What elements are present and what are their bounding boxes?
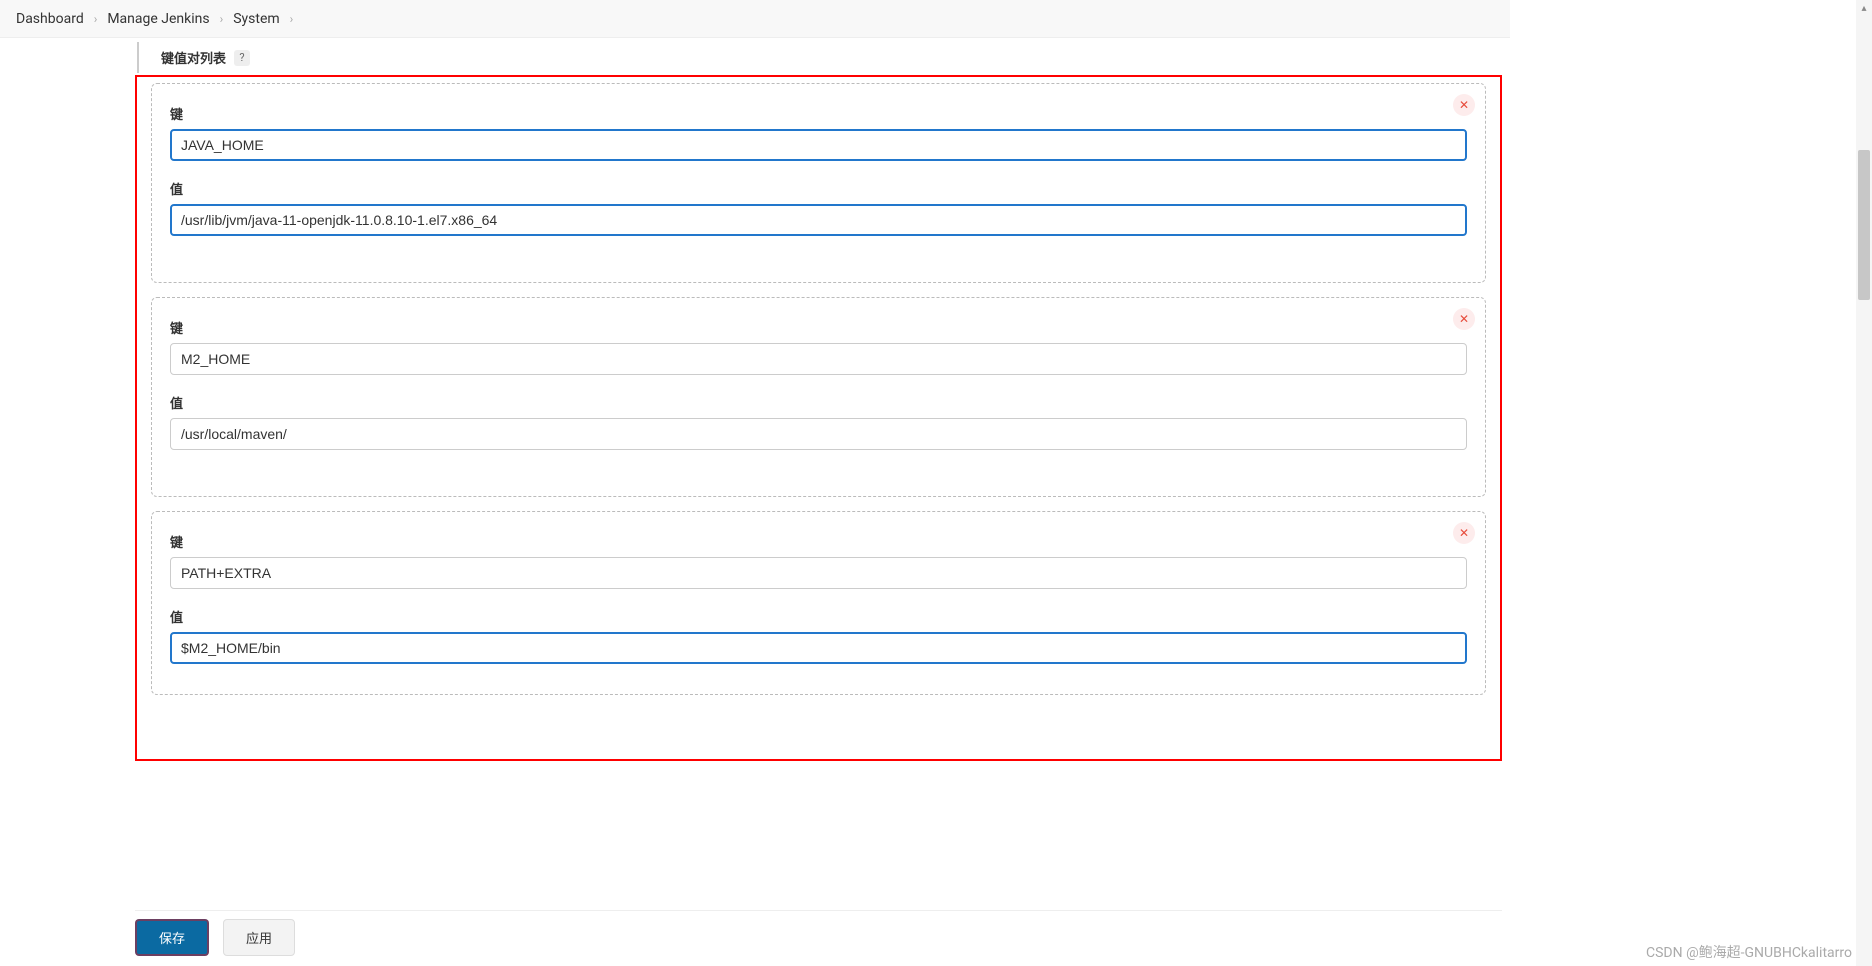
kv-entry: ✕ 键 值 (151, 83, 1486, 283)
chevron-right-icon: › (94, 12, 98, 26)
delete-entry-button[interactable]: ✕ (1453, 522, 1475, 544)
close-icon: ✕ (1459, 312, 1469, 326)
scroll-up-icon[interactable]: ▴ (1856, 0, 1872, 16)
key-field-group: 键 (170, 532, 1467, 589)
value-label: 值 (170, 607, 1467, 626)
section-title: 键值对列表 (161, 48, 226, 67)
key-input[interactable] (170, 129, 1467, 161)
highlight-box: ✕ 键 值 ✕ 键 值 (135, 75, 1502, 761)
key-field-group: 键 (170, 104, 1467, 161)
close-icon: ✕ (1459, 526, 1469, 540)
key-label: 键 (170, 532, 1467, 551)
apply-button[interactable]: 应用 (223, 919, 295, 956)
chevron-right-icon: › (220, 12, 224, 26)
key-input[interactable] (170, 557, 1467, 589)
delete-entry-button[interactable]: ✕ (1453, 308, 1475, 330)
key-field-group: 键 (170, 318, 1467, 375)
watermark-text: CSDN @鲍海超-GNUBHCkalitarro (1646, 942, 1852, 962)
bottom-action-bar: 保存 应用 (135, 910, 1502, 966)
breadcrumb-item-system[interactable]: System (233, 11, 279, 27)
chevron-right-icon: › (290, 12, 294, 26)
key-input[interactable] (170, 343, 1467, 375)
value-field-group: 值 (170, 179, 1467, 236)
value-label: 值 (170, 393, 1467, 412)
scrollbar-thumb[interactable] (1858, 150, 1870, 300)
value-input[interactable] (170, 204, 1467, 236)
key-label: 键 (170, 104, 1467, 123)
value-input[interactable] (170, 418, 1467, 450)
breadcrumb-item-manage[interactable]: Manage Jenkins (107, 11, 209, 27)
help-icon[interactable]: ? (234, 50, 250, 66)
breadcrumb: Dashboard › Manage Jenkins › System › (0, 0, 1510, 38)
delete-entry-button[interactable]: ✕ (1453, 94, 1475, 116)
close-icon: ✕ (1459, 98, 1469, 112)
main-content: 键值对列表 ? ✕ 键 值 ✕ 键 值 (135, 38, 1502, 966)
save-button[interactable]: 保存 (135, 919, 209, 956)
kv-entry: ✕ 键 值 (151, 297, 1486, 497)
value-field-group: 值 (170, 393, 1467, 450)
scrollbar-vertical[interactable]: ▴ (1856, 0, 1872, 966)
key-label: 键 (170, 318, 1467, 337)
breadcrumb-item-dashboard[interactable]: Dashboard (16, 11, 84, 27)
kv-entry: ✕ 键 值 (151, 511, 1486, 695)
value-input[interactable] (170, 632, 1467, 664)
value-label: 值 (170, 179, 1467, 198)
value-field-group: 值 (170, 607, 1467, 664)
section-header: 键值对列表 ? (137, 42, 1502, 73)
